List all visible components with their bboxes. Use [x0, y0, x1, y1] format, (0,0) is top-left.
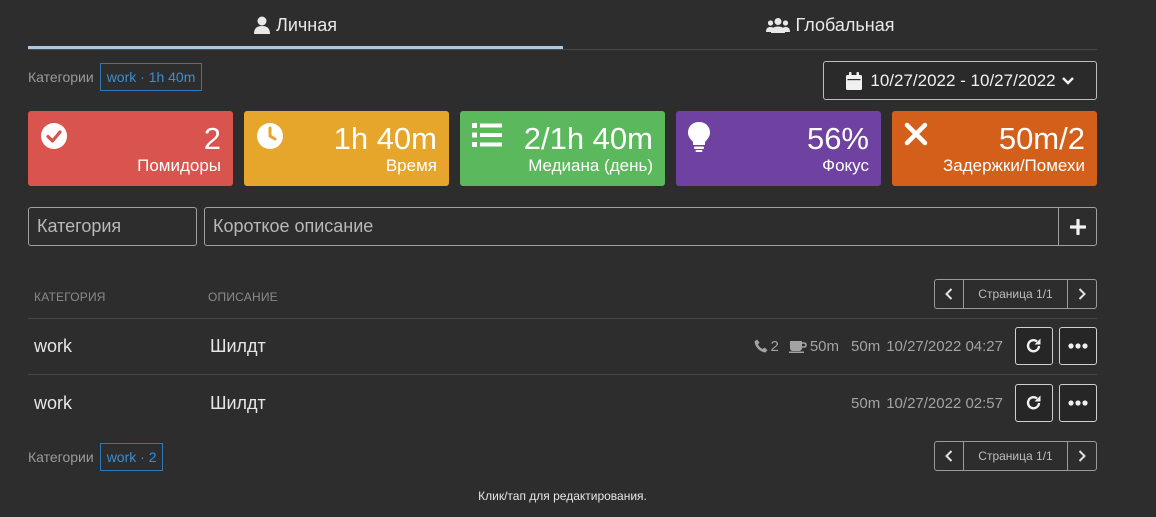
restart-button[interactable]	[1015, 327, 1053, 365]
ellipsis-icon	[1068, 343, 1088, 349]
chevron-left-icon	[945, 450, 953, 462]
row-description: Шилдт	[210, 392, 266, 413]
chevron-left-icon	[945, 288, 953, 300]
row-timestamp: 10/27/2022 04:27	[886, 337, 1003, 355]
tab-global[interactable]: Глобальная	[563, 0, 1097, 50]
breaks-value: 50m	[809, 337, 840, 355]
more-button[interactable]	[1059, 327, 1097, 365]
column-header-category: КАТЕГОРИЯ	[34, 290, 106, 304]
stat-label: Помидоры	[137, 156, 221, 175]
stat-label: Время	[385, 156, 437, 175]
row-description: Шилдт	[210, 335, 266, 356]
row-meta: 2 50m 50m 10/27/2022 04:27	[748, 318, 1003, 374]
add-button[interactable]	[1058, 207, 1097, 246]
footer-categories: Категории work · 2	[28, 442, 164, 471]
row-meta: 50m 10/27/2022 02:57	[845, 375, 1003, 431]
plus-icon	[1069, 218, 1086, 235]
stat-card-focus: 56% Фокус	[676, 111, 881, 186]
times-icon	[904, 122, 928, 146]
tab-personal[interactable]: Личная	[28, 0, 563, 50]
chevron-right-icon	[1078, 288, 1086, 300]
user-icon	[254, 16, 271, 34]
redo-icon	[1026, 395, 1041, 410]
stat-value: 50m/2	[998, 121, 1085, 156]
calls-value: 2	[770, 337, 779, 355]
category-input[interactable]	[28, 207, 197, 246]
chevron-right-icon	[1078, 450, 1086, 462]
date-range-label: 10/27/2022 - 10/27/2022	[870, 70, 1056, 90]
pagination-top: Страница 1/1	[934, 279, 1097, 309]
page-indicator: Страница 1/1	[978, 449, 1053, 463]
stat-card-median: 2/1h 40m Медиана (день)	[460, 111, 665, 186]
lightbulb-icon	[688, 122, 710, 152]
stat-label: Фокус	[822, 156, 869, 175]
stat-value: 2/1h 40m	[523, 121, 653, 156]
stat-card-pomodoros: 2 Помидоры	[28, 111, 233, 186]
view-tabs: Личная Глобальная	[28, 0, 1097, 50]
check-circle-icon	[41, 123, 67, 149]
active-tab-indicator	[28, 46, 563, 49]
footer-category-chip-work[interactable]: work · 2	[99, 442, 164, 471]
restart-button[interactable]	[1015, 384, 1053, 422]
calendar-icon	[846, 71, 863, 90]
prev-page-button[interactable]	[935, 280, 964, 308]
row-duration: 50m	[851, 337, 881, 355]
date-range-button[interactable]: 10/27/2022 - 10/27/2022	[823, 61, 1097, 100]
stat-label: Задержки/Помехи	[942, 156, 1085, 175]
clock-icon	[257, 123, 283, 149]
row-duration: 50m	[851, 394, 881, 412]
row-category: work	[34, 392, 73, 413]
stat-value: 2	[203, 121, 221, 156]
ellipsis-icon	[1068, 400, 1088, 406]
table-row[interactable]: work Шилдт 2 50m 50m 10/27/2022 04:27	[28, 318, 1097, 374]
page-indicator: Страница 1/1	[978, 287, 1053, 301]
stat-value: 1h 40m	[333, 121, 437, 156]
edit-hint: Клик/тап для редактирования.	[478, 489, 647, 503]
categories-label: Категории	[28, 68, 94, 85]
redo-icon	[1026, 338, 1041, 353]
more-button[interactable]	[1059, 384, 1097, 422]
coffee-icon	[788, 341, 807, 353]
users-icon	[765, 18, 790, 33]
tab-global-label: Глобальная	[795, 14, 895, 35]
tab-personal-label: Личная	[276, 14, 337, 35]
description-input[interactable]	[204, 207, 1059, 246]
list-icon	[472, 123, 502, 147]
chevron-down-icon	[1061, 76, 1074, 85]
calls-count: 2	[754, 338, 779, 355]
column-header-description: ОПИСАНИЕ	[208, 290, 278, 304]
row-timestamp: 10/27/2022 02:57	[886, 394, 1003, 412]
table-row[interactable]: work Шилдт 50m 10/27/2022 02:57	[28, 375, 1097, 431]
stat-card-interruptions: 50m/2 Задержки/Помехи	[892, 111, 1097, 186]
next-page-button[interactable]	[1067, 280, 1096, 308]
stat-value: 56%	[806, 121, 869, 156]
phone-icon	[754, 339, 767, 353]
prev-page-button[interactable]	[935, 442, 964, 470]
categories-bar: Категории work · 1h 40m	[28, 62, 203, 91]
stat-card-time: 1h 40m Время	[244, 111, 449, 186]
pagination-bottom: Страница 1/1	[934, 441, 1097, 471]
breaks-count: 50m	[788, 337, 840, 355]
stat-label: Медиана (день)	[528, 156, 653, 175]
category-chip-work[interactable]: work · 1h 40m	[99, 62, 203, 91]
next-page-button[interactable]	[1067, 442, 1096, 470]
row-category: work	[34, 335, 73, 356]
footer-categories-label: Категории	[28, 448, 94, 465]
